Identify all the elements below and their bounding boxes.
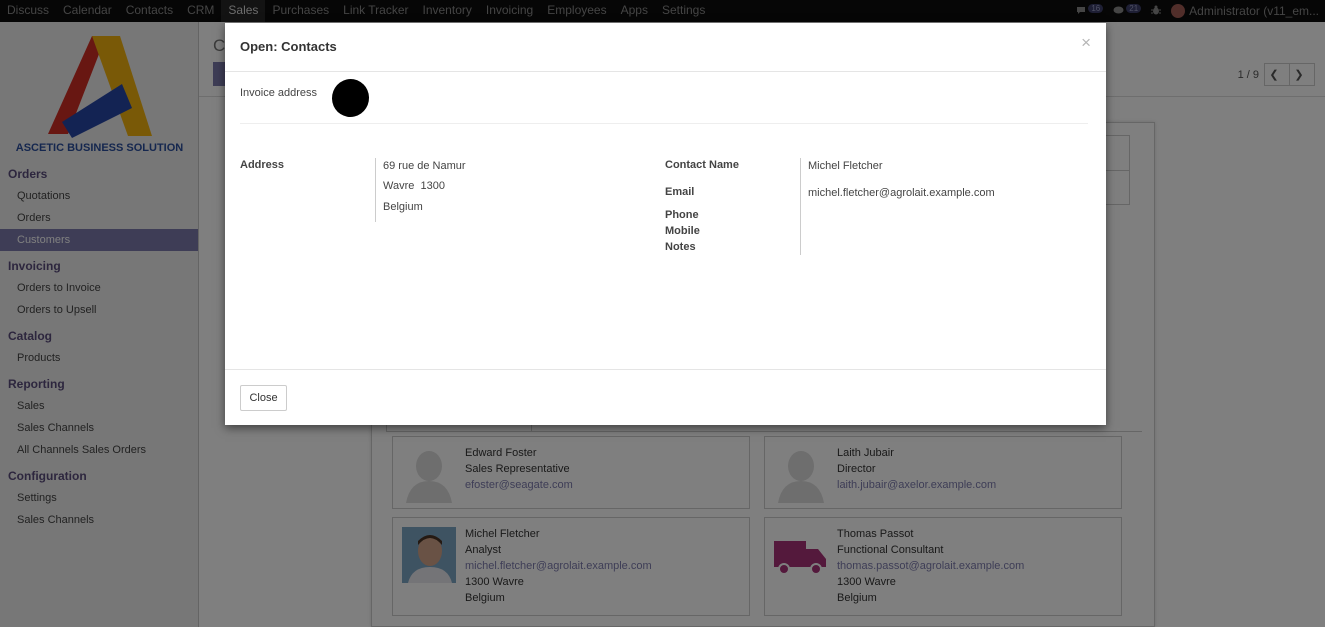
- close-icon[interactable]: ×: [1081, 33, 1091, 53]
- dialog-footer: Close: [225, 369, 1106, 425]
- phone-label: Phone: [665, 209, 699, 221]
- address-city-zip: Wavre 1300: [383, 180, 445, 192]
- contact-name-value: Michel Fletcher: [808, 160, 883, 172]
- email-value: michel.fletcher@agrolait.example.com: [808, 187, 995, 199]
- redaction-mark: [328, 76, 373, 120]
- notes-label: Notes: [665, 241, 696, 253]
- address-type-label: Invoice address: [240, 87, 318, 99]
- address-label: Address: [240, 159, 285, 171]
- address-street: 69 rue de Namur: [383, 160, 466, 172]
- dialog-title: Open: Contacts: [240, 39, 337, 54]
- address-country: Belgium: [383, 201, 423, 213]
- contact-name-label: Contact Name: [665, 159, 739, 171]
- divider: [240, 123, 1088, 124]
- field-divider: [375, 158, 376, 222]
- dialog-body: Invoice address Address 69 rue de Namur …: [225, 72, 1106, 369]
- dialog-header: Open: Contacts ×: [225, 23, 1106, 72]
- field-divider: [800, 158, 801, 255]
- close-button[interactable]: Close: [240, 385, 287, 411]
- email-label: Email: [665, 186, 695, 198]
- contact-dialog: Open: Contacts × Invoice address Address…: [225, 23, 1106, 425]
- mobile-label: Mobile: [665, 225, 700, 237]
